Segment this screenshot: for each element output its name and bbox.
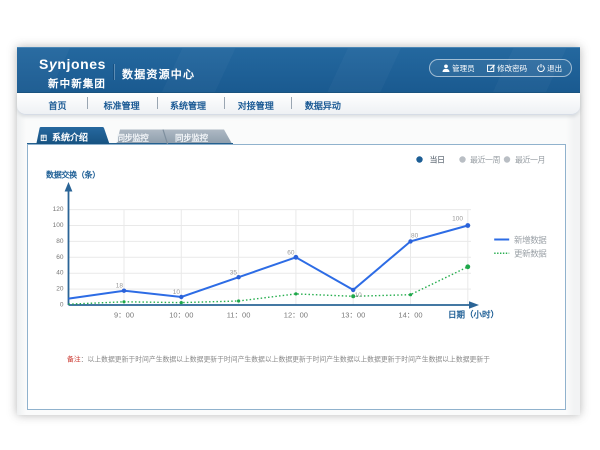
svg-text:20: 20	[56, 285, 64, 292]
svg-text:系统介绍: 系统介绍	[52, 132, 88, 143]
svg-text:数据交换（条）: 数据交换（条）	[46, 169, 100, 179]
svg-text:日期（小时）: 日期（小时）	[448, 309, 499, 319]
svg-text:60: 60	[287, 249, 295, 256]
svg-text:最近一月: 最近一月	[515, 154, 545, 164]
svg-text:40: 40	[56, 269, 64, 276]
svg-text:18: 18	[116, 282, 124, 289]
svg-text:14：00: 14：00	[398, 310, 422, 319]
svg-text:同步监控: 同步监控	[175, 133, 209, 143]
svg-text:当日: 当日	[430, 154, 445, 164]
svg-text:80: 80	[56, 237, 64, 244]
svg-text:100: 100	[452, 215, 463, 222]
svg-text:同步监控: 同步监控	[117, 133, 150, 143]
svg-text:最近一周: 最近一周	[470, 154, 500, 164]
svg-text:新增数据: 新增数据	[514, 235, 547, 245]
svg-text:更新数据: 更新数据	[514, 248, 547, 258]
svg-text:0: 0	[60, 301, 64, 308]
svg-text:120: 120	[53, 206, 64, 213]
svg-text:11：00: 11：00	[227, 310, 251, 319]
svg-text:12：00: 12：00	[284, 310, 308, 319]
svg-text:80: 80	[411, 232, 419, 239]
svg-text:13：00: 13：00	[341, 310, 365, 319]
svg-text:9：00: 9：00	[114, 310, 134, 319]
svg-text:10: 10	[173, 289, 181, 296]
svg-text:35: 35	[230, 269, 238, 276]
svg-text:10：00: 10：00	[169, 310, 193, 319]
svg-text:10: 10	[355, 292, 363, 299]
svg-text:60: 60	[56, 253, 64, 260]
svg-text:100: 100	[53, 222, 64, 229]
